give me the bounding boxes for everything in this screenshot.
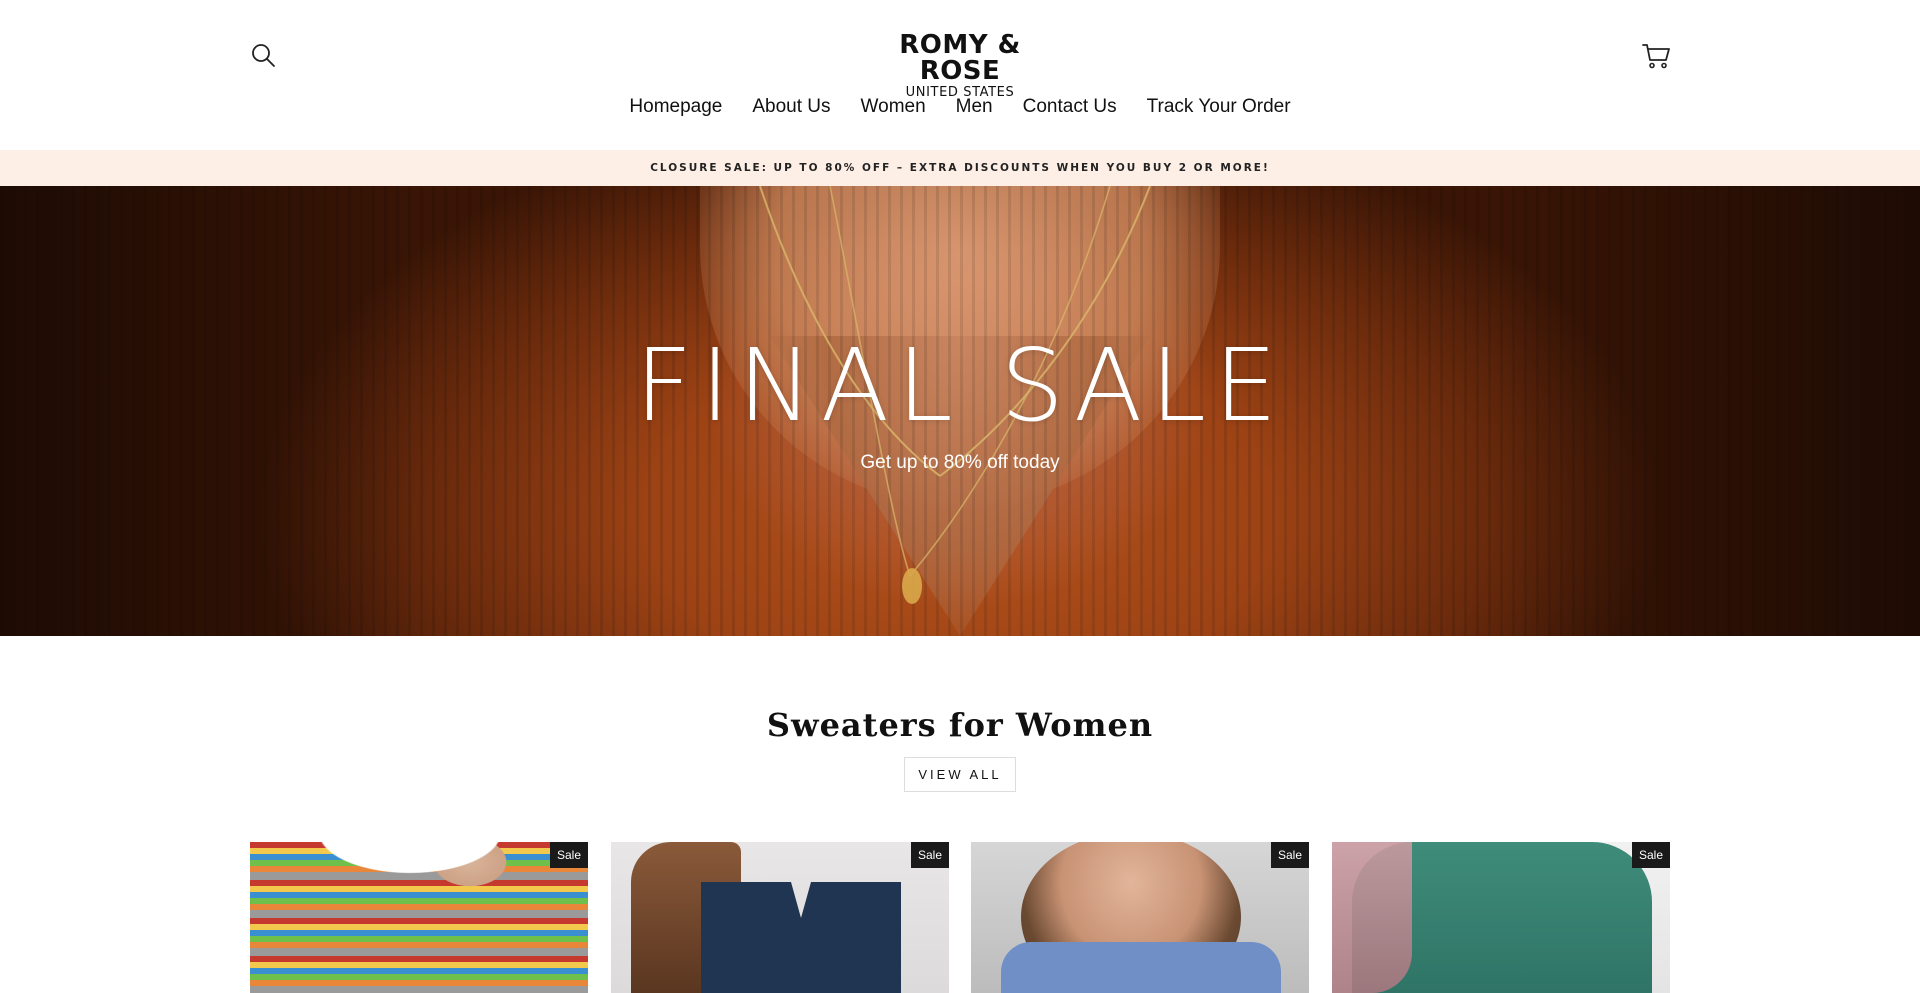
sale-badge: Sale xyxy=(1631,842,1670,868)
product-image xyxy=(611,842,949,993)
announcement-bar: CLOSURE SALE: UP TO 80% OFF – EXTRA DISC… xyxy=(0,150,1920,186)
product-image xyxy=(250,842,588,993)
hero-title: FINAL SALE xyxy=(634,327,1286,444)
product-card[interactable]: Sale xyxy=(971,842,1309,993)
product-card[interactable]: Sale xyxy=(1332,842,1670,993)
product-image xyxy=(1332,842,1670,993)
view-all-label: VIEW ALL xyxy=(918,767,1002,782)
search-button[interactable] xyxy=(250,42,278,70)
sale-badge: Sale xyxy=(910,842,949,868)
sale-badge: Sale xyxy=(549,842,588,868)
product-card[interactable]: Sale xyxy=(611,842,949,993)
view-all-button[interactable]: VIEW ALL xyxy=(904,757,1016,792)
logo-brand-name: ROMY & ROSE xyxy=(899,30,1021,86)
nav-item-women[interactable]: Women xyxy=(861,96,926,118)
product-image xyxy=(971,842,1309,993)
product-grid: Sale Sale Sale Sale xyxy=(250,842,1670,993)
search-icon xyxy=(252,44,275,67)
announcement-text: CLOSURE SALE: UP TO 80% OFF – EXTRA DISC… xyxy=(650,162,1270,174)
nav-item-track-your-order[interactable]: Track Your Order xyxy=(1147,96,1291,118)
hero-subtitle: Get up to 80% off today xyxy=(860,452,1060,473)
nav-item-men[interactable]: Men xyxy=(956,96,993,118)
site-header: ROMY & ROSE UNITED STATES Homepage About… xyxy=(0,0,1920,150)
nav-item-homepage[interactable]: Homepage xyxy=(629,96,722,118)
main-nav: Homepage About Us Women Men Contact Us T… xyxy=(0,96,1920,118)
site-logo[interactable]: ROMY & ROSE UNITED STATES xyxy=(860,32,1060,99)
nav-item-about-us[interactable]: About Us xyxy=(752,96,830,118)
cart-button[interactable] xyxy=(1641,42,1671,70)
nav-item-contact-us[interactable]: Contact Us xyxy=(1023,96,1117,118)
product-card[interactable]: Sale xyxy=(250,842,588,993)
hero-banner[interactable]: FINAL SALE Get up to 80% off today xyxy=(0,186,1920,636)
sale-badge: Sale xyxy=(1270,842,1309,868)
cart-icon xyxy=(1642,44,1670,69)
collection-title: Sweaters for Women xyxy=(766,706,1154,744)
